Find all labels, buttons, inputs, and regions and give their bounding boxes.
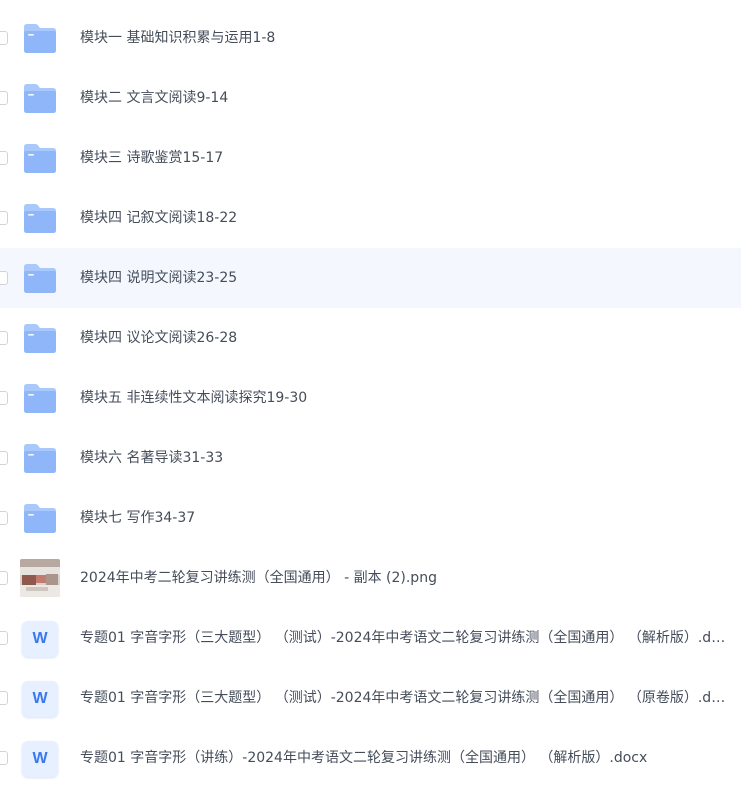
file-list: 模块一 基础知识积累与运用1-8 模块二 文言文阅读9-14 模块三 诗歌鉴赏1… <box>0 8 741 786</box>
word-doc-icon: W <box>22 681 58 717</box>
file-name[interactable]: 模块一 基础知识积累与运用1-8 <box>80 28 729 48</box>
folder-icon <box>22 201 58 235</box>
folder-row[interactable]: 模块六 名著导读31-33 <box>0 428 741 488</box>
file-name[interactable]: 模块四 记叙文阅读18-22 <box>80 208 729 228</box>
row-checkbox[interactable] <box>0 631 8 645</box>
row-checkbox[interactable] <box>0 271 8 285</box>
file-row[interactable]: W 专题01 字音字形（三大题型） （测试）-2024年中考语文二轮复习讲练测（全… <box>0 608 741 668</box>
row-checkbox[interactable] <box>0 751 8 765</box>
file-name[interactable]: 模块七 写作34-37 <box>80 508 729 528</box>
row-checkbox[interactable] <box>0 31 8 45</box>
folder-icon <box>22 381 58 415</box>
row-checkbox[interactable] <box>0 391 8 405</box>
file-name[interactable]: 模块三 诗歌鉴赏15-17 <box>80 148 729 168</box>
row-checkbox[interactable] <box>0 451 8 465</box>
folder-row[interactable]: 模块三 诗歌鉴赏15-17 <box>0 128 741 188</box>
folder-icon <box>22 321 58 355</box>
folder-row[interactable]: 模块四 记叙文阅读18-22 <box>0 188 741 248</box>
folder-icon <box>22 441 58 475</box>
row-checkbox[interactable] <box>0 691 8 705</box>
image-thumbnail-icon <box>20 559 60 597</box>
row-checkbox[interactable] <box>0 211 8 225</box>
file-row[interactable]: W 专题01 字音字形（讲练）-2024年中考语文二轮复习讲练测（全国通用） （解… <box>0 728 741 786</box>
folder-row[interactable]: 模块七 写作34-37 <box>0 488 741 548</box>
row-checkbox[interactable] <box>0 151 8 165</box>
folder-icon <box>22 261 58 295</box>
row-checkbox[interactable] <box>0 331 8 345</box>
folder-row[interactable]: 模块四 说明文阅读23-25 <box>0 248 741 308</box>
row-checkbox[interactable] <box>0 571 8 585</box>
folder-icon <box>22 501 58 535</box>
file-name[interactable]: 模块四 说明文阅读23-25 <box>80 268 729 288</box>
word-doc-icon: W <box>22 621 58 657</box>
folder-row[interactable]: 模块二 文言文阅读9-14 <box>0 68 741 128</box>
folder-icon <box>22 21 58 55</box>
file-name[interactable]: 专题01 字音字形（讲练）-2024年中考语文二轮复习讲练测（全国通用） （解析… <box>80 748 729 768</box>
row-checkbox[interactable] <box>0 91 8 105</box>
file-name[interactable]: 模块六 名著导读31-33 <box>80 448 729 468</box>
folder-row[interactable]: 模块一 基础知识积累与运用1-8 <box>0 8 741 68</box>
file-name[interactable]: 2024年中考二轮复习讲练测（全国通用） - 副本 (2).png <box>80 568 729 588</box>
file-row[interactable]: 2024年中考二轮复习讲练测（全国通用） - 副本 (2).png <box>0 548 741 608</box>
file-row[interactable]: W 专题01 字音字形（三大题型） （测试）-2024年中考语文二轮复习讲练测（全… <box>0 668 741 728</box>
row-checkbox[interactable] <box>0 511 8 525</box>
file-name[interactable]: 专题01 字音字形（三大题型） （测试）-2024年中考语文二轮复习讲练测（全国… <box>80 628 729 648</box>
file-name[interactable]: 模块四 议论文阅读26-28 <box>80 328 729 348</box>
folder-icon <box>22 141 58 175</box>
word-doc-icon: W <box>22 741 58 777</box>
folder-icon <box>22 81 58 115</box>
file-name[interactable]: 模块二 文言文阅读9-14 <box>80 88 729 108</box>
folder-row[interactable]: 模块四 议论文阅读26-28 <box>0 308 741 368</box>
file-name[interactable]: 专题01 字音字形（三大题型） （测试）-2024年中考语文二轮复习讲练测（全国… <box>80 688 729 708</box>
file-name[interactable]: 模块五 非连续性文本阅读探究19-30 <box>80 388 729 408</box>
folder-row[interactable]: 模块五 非连续性文本阅读探究19-30 <box>0 368 741 428</box>
